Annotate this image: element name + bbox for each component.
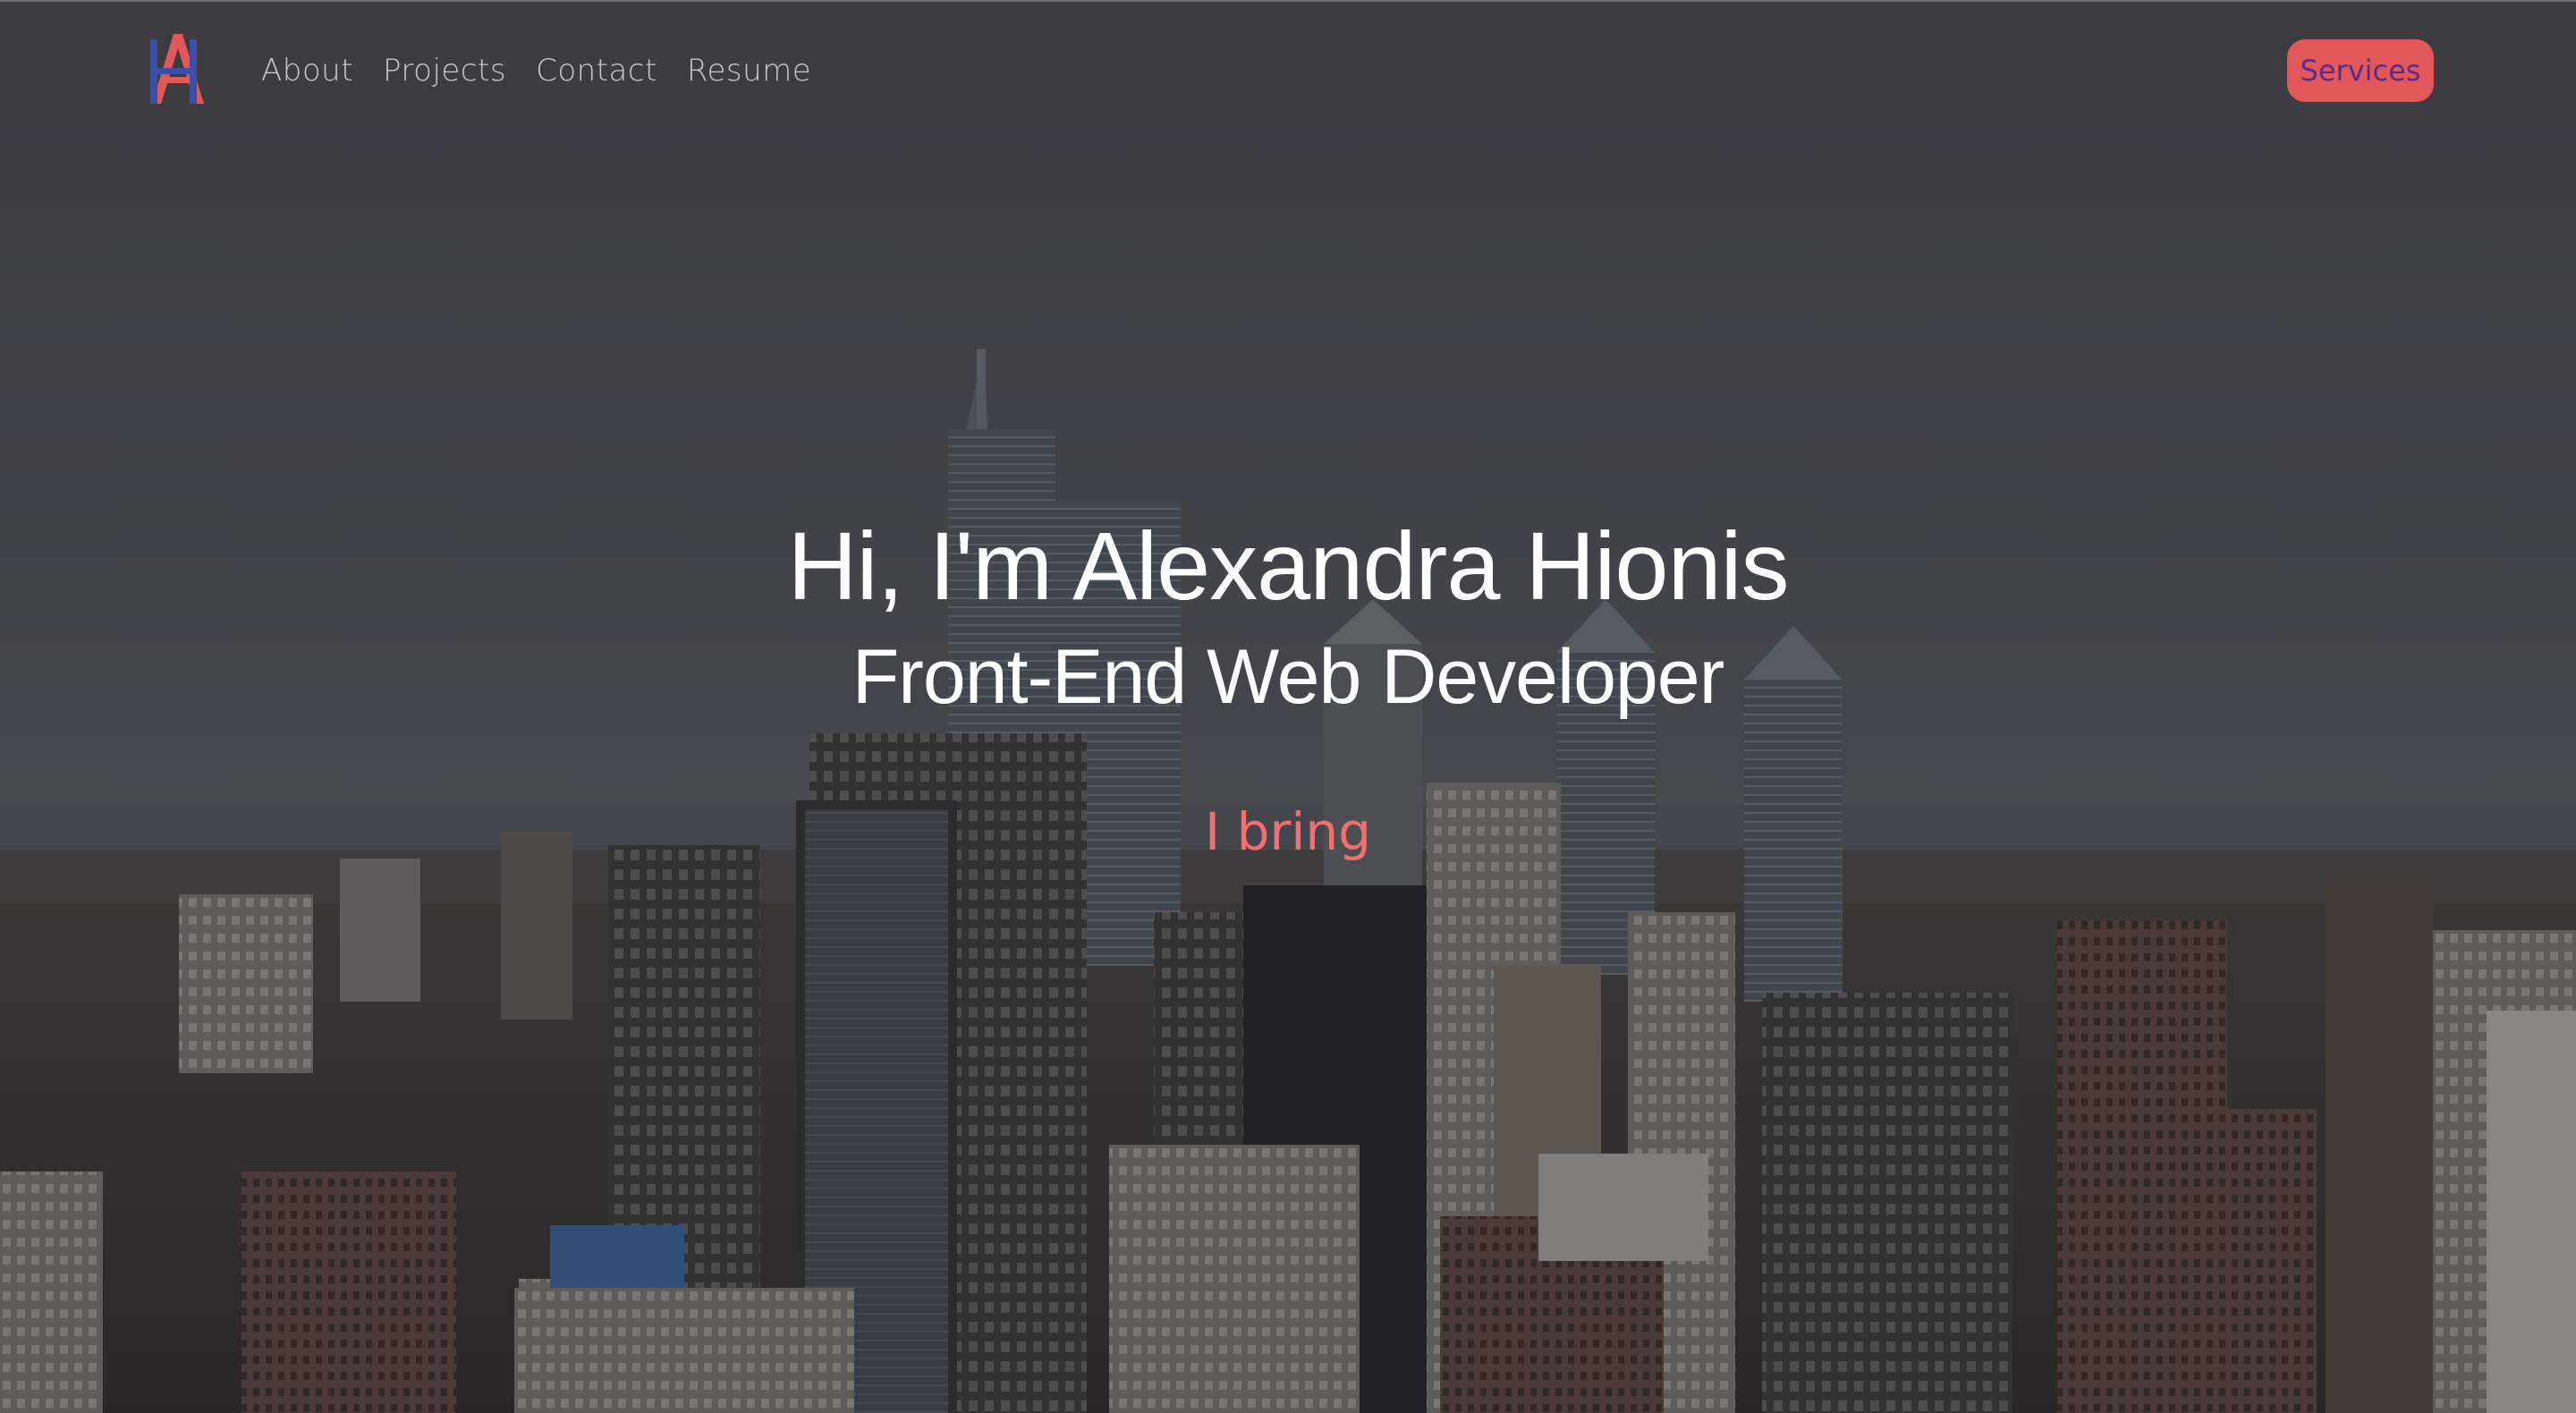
top-navbar: About Projects Contact Resume Services <box>0 0 2576 140</box>
hero-typed-text: I bring <box>1205 801 1371 862</box>
page: About Projects Contact Resume Services H… <box>0 0 2576 1413</box>
hero-subtitle: Front-End Web Developer <box>852 634 1724 720</box>
ah-logo-icon[interactable] <box>141 32 206 106</box>
nav-link-about[interactable]: About <box>261 53 353 89</box>
services-button[interactable]: Services <box>2287 39 2434 102</box>
nav-link-projects[interactable]: Projects <box>383 53 506 89</box>
nav-link-contact[interactable]: Contact <box>536 53 657 89</box>
nav-link-resume[interactable]: Resume <box>687 53 811 89</box>
hero-title: Hi, I'm Alexandra Hionis <box>787 512 1789 620</box>
nav-links: About Projects Contact Resume <box>261 48 841 93</box>
